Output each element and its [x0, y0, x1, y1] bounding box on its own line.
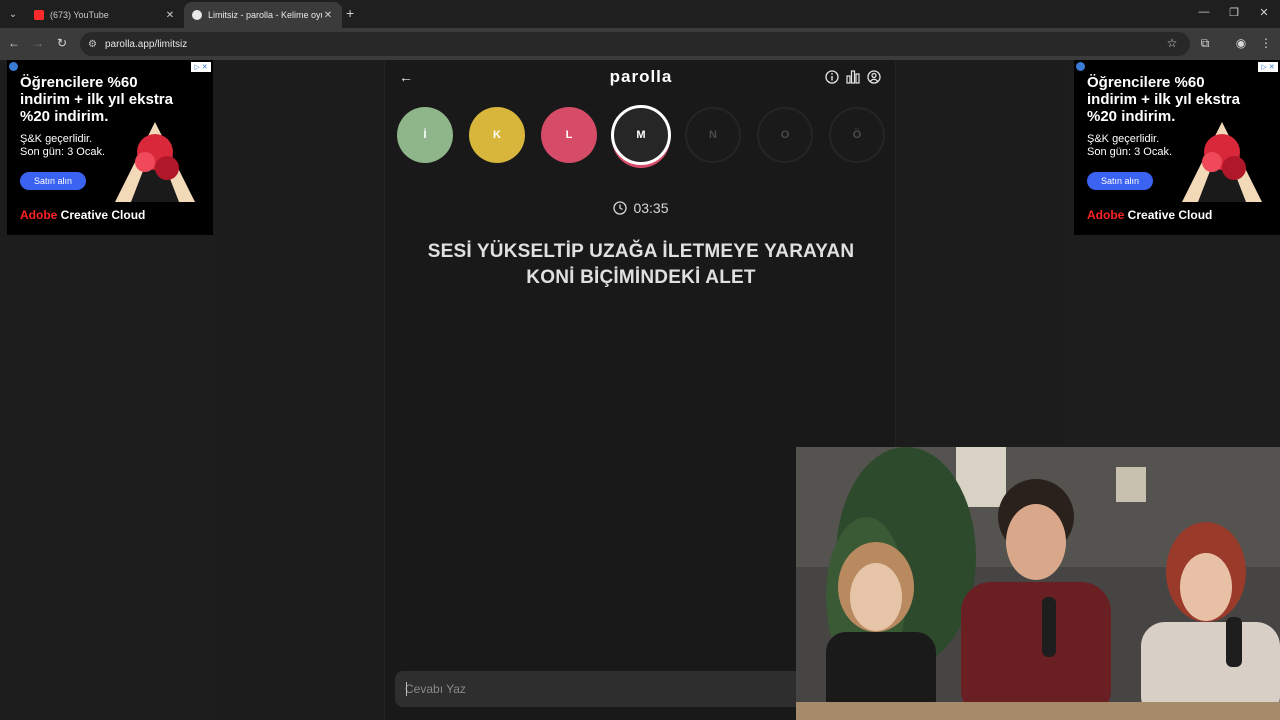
ad-cta-button[interactable]: Satın alın — [1087, 172, 1153, 190]
timer-value: 03:35 — [633, 200, 669, 216]
address-bar[interactable]: ⚙ parolla.app/limitsiz — [80, 32, 1190, 56]
answer-input[interactable] — [395, 671, 815, 707]
ad-brand-name: Creative Cloud — [57, 208, 146, 222]
browser-tabbar: ⌄ (673) YouTube ✕ Limitsiz - parolla - K… — [0, 0, 1280, 28]
close-icon[interactable]: ✕ — [322, 10, 334, 21]
tab-youtube[interactable]: (673) YouTube ✕ — [26, 2, 184, 28]
ad-headline: Öğrencilere %60 indirim + ilk yıl ekstra… — [20, 74, 173, 125]
webcam-overlay — [796, 447, 1280, 720]
ad-brand-name: Creative Cloud — [1124, 208, 1213, 222]
letter-circle: N — [685, 107, 741, 163]
ad-info-icon[interactable] — [9, 62, 18, 71]
question-text: SESİ YÜKSELTİP UZAĞA İLETMEYE YARAYAN KO… — [427, 241, 855, 288]
reload-icon[interactable]: ↻ — [54, 36, 70, 50]
minimize-icon[interactable]: — — [1197, 6, 1211, 18]
parolla-favicon-icon — [192, 10, 202, 20]
back-icon[interactable]: ← — [6, 36, 22, 50]
ad-deadline: Son gün: 3 Ocak. — [20, 146, 105, 158]
site-info-icon[interactable]: ⚙ — [88, 39, 97, 50]
ad-banner-left[interactable]: ▷ ✕ Öğrencilere %60 indirim + ilk yıl ek… — [7, 60, 213, 235]
ad-banner-right[interactable]: ▷ ✕ Öğrencilere %60 indirim + ilk yıl ek… — [1074, 60, 1280, 235]
letter-circle: Ö — [829, 107, 885, 163]
timer: 03:35 — [385, 200, 897, 216]
ad-subline: Ş&K geçerlidir. Son gün: 3 Ocak. — [20, 133, 105, 159]
adchoices-icon[interactable]: ▷ ✕ — [1258, 62, 1278, 72]
tab-title: Limitsiz - parolla - Kelime oyunu — [208, 10, 322, 20]
current-letter-circle: M — [611, 105, 671, 165]
ad-brand: Adobe Creative Cloud — [20, 208, 145, 222]
profile-icon[interactable]: ◉ — [1233, 36, 1249, 50]
clock-icon — [613, 201, 628, 215]
letter-circle: K — [469, 107, 525, 163]
ad-info-icon[interactable] — [1076, 62, 1085, 71]
new-tab-icon[interactable]: + — [346, 6, 354, 20]
profile-icon[interactable] — [867, 70, 881, 84]
letter-track: İ K L M N O Ö — [395, 105, 891, 175]
ad-deadline: Son gün: 3 Ocak. — [1087, 146, 1172, 158]
restore-icon[interactable]: ❐ — [1227, 6, 1241, 19]
info-icon[interactable] — [825, 70, 839, 84]
letter-circle: L — [541, 107, 597, 163]
menu-icon[interactable]: ⋮ — [1258, 36, 1274, 50]
letter-circle: İ — [397, 107, 453, 163]
letter-circle: O — [757, 107, 813, 163]
ad-artwork-icon — [115, 122, 195, 202]
tab-parolla[interactable]: Limitsiz - parolla - Kelime oyunu ✕ — [184, 2, 342, 28]
extensions-icon[interactable]: ⧉ — [1197, 36, 1213, 51]
close-icon[interactable]: ✕ — [164, 10, 176, 21]
forward-icon[interactable]: → — [30, 36, 46, 50]
tab-search-icon[interactable]: ⌄ — [4, 5, 22, 23]
adchoices-icon[interactable]: ▷ ✕ — [191, 62, 211, 72]
youtube-icon — [34, 10, 44, 20]
ad-terms: Ş&K geçerlidir. — [20, 133, 93, 145]
browser-toolbar: ← → ↻ ⚙ parolla.app/limitsiz ☆ ⧉ ◉ ⋮ — [0, 28, 1280, 60]
ad-artwork-icon — [1182, 122, 1262, 202]
stats-icon[interactable] — [846, 70, 860, 84]
tab-title: (673) YouTube — [50, 10, 109, 20]
ad-terms: Ş&K geçerlidir. — [1087, 133, 1160, 145]
ad-headline: Öğrencilere %60 indirim + ilk yıl ekstra… — [1087, 74, 1240, 125]
text-caret — [406, 682, 407, 696]
ad-subline: Ş&K geçerlidir. Son gün: 3 Ocak. — [1087, 133, 1172, 159]
webcam-video-image — [796, 447, 1280, 720]
ad-cta-button[interactable]: Satın alın — [20, 172, 86, 190]
window-close-icon[interactable]: ✕ — [1257, 6, 1271, 19]
bookmark-star-icon[interactable]: ☆ — [1164, 36, 1180, 50]
url-text: parolla.app/limitsiz — [104, 38, 188, 50]
ad-brand: Adobe Creative Cloud — [1087, 208, 1212, 222]
ad-brand-prefix: Adobe — [1087, 208, 1125, 222]
ad-brand-prefix: Adobe — [20, 208, 58, 222]
app-logo: parolla — [609, 67, 673, 86]
